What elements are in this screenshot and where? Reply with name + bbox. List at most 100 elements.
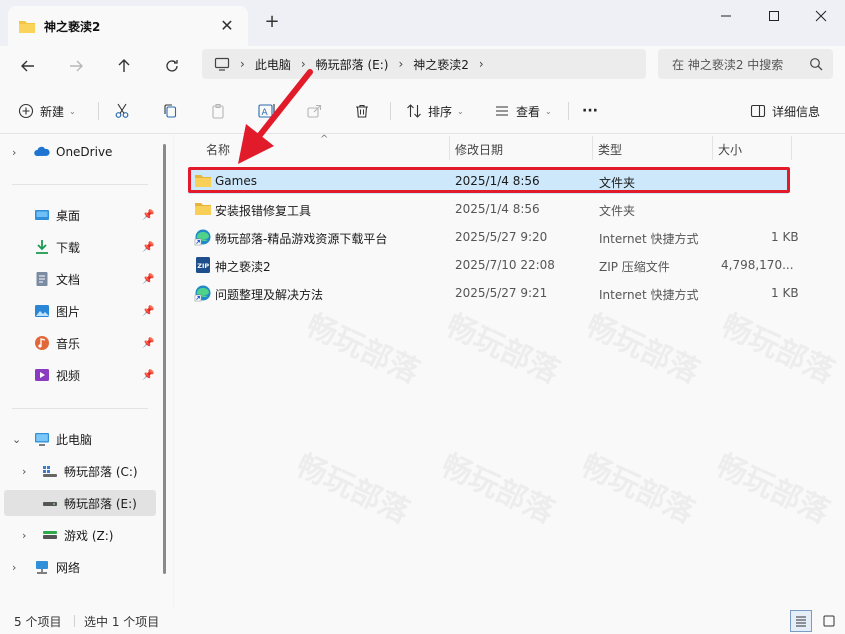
details-pane-button[interactable]: 详细信息 <box>750 100 820 122</box>
sidebar-item-downloads[interactable]: 下载 📌 <box>0 234 158 260</box>
maximize-button[interactable] <box>750 0 798 32</box>
breadcrumb-drive-e[interactable]: 畅玩部落 (E:) <box>316 56 389 73</box>
file-modified: 2025/5/27 9:21 <box>455 286 548 300</box>
tab-active[interactable]: 神之亵渎2 ✕ <box>8 6 248 46</box>
document-icon <box>36 272 48 286</box>
table-row[interactable]: 问题整理及解决方法 2025/5/27 9:21 Internet 快捷方式 1… <box>188 280 799 306</box>
watermark-text: 畅玩部落 <box>580 307 705 391</box>
pin-icon: 📌 <box>142 369 155 381</box>
video-icon <box>35 369 49 381</box>
tiles-view-button[interactable] <box>818 610 840 632</box>
column-header-modified[interactable]: 修改日期 <box>455 141 503 158</box>
annotation-arrow-icon <box>238 69 313 164</box>
computer-icon <box>35 433 49 446</box>
edge-shortcut-icon <box>194 229 211 246</box>
column-header-name[interactable]: 名称 <box>206 141 230 158</box>
sidebar-item-documents[interactable]: 文档 📌 <box>0 266 158 292</box>
back-button[interactable] <box>14 52 42 80</box>
minimize-button[interactable] <box>702 0 750 32</box>
sort-icon <box>407 104 421 118</box>
toolbar-divider <box>390 102 391 120</box>
column-header-type[interactable]: 类型 <box>598 141 622 158</box>
status-selected-count: 选中 1 个项目 <box>84 615 160 629</box>
chevron-right-icon[interactable]: › <box>479 57 484 71</box>
chevron-down-icon: ⌄ <box>545 106 552 116</box>
up-button[interactable] <box>110 52 138 80</box>
sidebar-item-desktop[interactable]: 桌面 📌 <box>0 202 158 228</box>
table-row[interactable]: 畅玩部落-精品游戏资源下载平台 2025/5/27 9:20 Internet … <box>188 224 799 250</box>
sidebar-item-drive-c[interactable]: › 畅玩部落 (C:) <box>0 458 158 484</box>
sidebar-item-onedrive[interactable]: › OneDrive <box>0 139 158 165</box>
delete-button[interactable] <box>354 100 370 122</box>
chevron-down-icon: ⌄ <box>457 106 464 116</box>
cut-button[interactable] <box>114 100 130 122</box>
column-divider[interactable] <box>592 136 593 160</box>
breadcrumb-current-folder[interactable]: 神之亵渎2 <box>413 56 469 73</box>
sidebar-label: 下载 <box>56 240 81 255</box>
new-tab-button[interactable]: + <box>262 12 282 32</box>
svg-text:ZIP: ZIP <box>197 262 209 270</box>
details-view-button[interactable] <box>790 610 812 632</box>
chevron-right-icon[interactable]: › <box>22 529 26 542</box>
column-divider[interactable] <box>712 136 713 160</box>
pin-icon: 📌 <box>142 337 155 349</box>
cut-icon <box>115 103 129 118</box>
watermark-text: 畅玩部落 <box>575 447 700 531</box>
copy-button[interactable] <box>162 100 178 122</box>
paste-button[interactable] <box>210 100 226 122</box>
column-divider[interactable] <box>791 136 792 160</box>
arrow-right-icon <box>70 60 83 72</box>
more-options-button[interactable]: ··· <box>582 100 598 122</box>
search-input[interactable]: 在 神之亵渎2 中搜索 <box>658 49 833 79</box>
close-window-button[interactable] <box>797 0 845 32</box>
sort-button-label: 排序 <box>428 104 453 119</box>
file-name: 问题整理及解决方法 <box>215 288 324 302</box>
maximize-icon <box>769 11 779 21</box>
pictures-icon <box>35 305 49 317</box>
sidebar-scrollbar[interactable] <box>163 144 166 574</box>
view-button-label: 查看 <box>516 104 541 119</box>
sidebar-item-pictures[interactable]: 图片 📌 <box>0 298 158 324</box>
sort-button[interactable]: 排序 ⌄ <box>406 100 464 122</box>
sidebar-item-drive-z[interactable]: › 游戏 (Z:) <box>0 522 158 548</box>
navigation-pane: › OneDrive 桌面 📌 下载 📌 文档 📌 图片 📌 音乐 📌 视频 📌… <box>0 134 173 608</box>
column-divider[interactable] <box>449 136 450 160</box>
table-row[interactable]: ZIP 神之亵渎2 2025/7/10 22:08 ZIP 压缩文件 4,798… <box>188 252 794 278</box>
chevron-right-icon[interactable]: › <box>12 561 16 574</box>
watermark-text: 畅玩部落 <box>290 447 415 531</box>
navigation-bar: › 此电脑 › 畅玩部落 (E:) › 神之亵渎2 › 在 神之亵渎2 中搜索 <box>0 46 845 86</box>
file-modified: 2025/1/4 8:56 <box>455 202 540 216</box>
chevron-down-icon[interactable]: ⌄ <box>12 433 21 446</box>
edge-shortcut-icon <box>194 285 211 302</box>
tab-close-button[interactable]: ✕ <box>218 17 236 35</box>
table-row[interactable]: 安装报错修复工具 2025/1/4 8:56 文件夹 <box>188 196 788 222</box>
details-view-icon <box>796 616 806 627</box>
sidebar-item-videos[interactable]: 视频 📌 <box>0 362 158 388</box>
chevron-right-icon[interactable]: › <box>22 465 26 478</box>
sidebar-item-music[interactable]: 音乐 📌 <box>0 330 158 356</box>
trash-icon <box>356 104 368 118</box>
pin-icon: 📌 <box>142 241 155 253</box>
chevron-right-icon[interactable]: › <box>12 146 16 159</box>
refresh-button[interactable] <box>158 52 186 80</box>
sidebar-label: 游戏 (Z:) <box>64 528 114 543</box>
sidebar-divider <box>12 184 148 185</box>
sidebar-label: 桌面 <box>56 208 81 223</box>
sidebar-item-network[interactable]: › 网络 <box>0 554 158 580</box>
tab-title: 神之亵渎2 <box>44 19 101 34</box>
pin-icon: 📌 <box>142 273 155 285</box>
folder-icon <box>195 203 211 215</box>
sidebar-item-this-pc[interactable]: ⌄ 此电脑 <box>0 426 158 452</box>
watermark-text: 畅玩部落 <box>710 447 835 531</box>
file-size: 1 KB <box>771 286 799 300</box>
sidebar-label: 畅玩部落 (E:) <box>64 496 137 511</box>
sidebar-item-drive-e[interactable]: 畅玩部落 (E:) <box>4 490 156 516</box>
view-button[interactable]: 查看 ⌄ <box>494 100 552 122</box>
forward-button[interactable] <box>62 52 90 80</box>
column-header-size[interactable]: 大小 <box>718 141 742 158</box>
minimize-icon <box>721 15 731 17</box>
new-button[interactable]: 新建 ⌄ <box>18 100 76 122</box>
sidebar-label: 此电脑 <box>56 432 93 447</box>
sidebar-label: 文档 <box>56 272 81 287</box>
file-name: 神之亵渎2 <box>215 260 271 274</box>
